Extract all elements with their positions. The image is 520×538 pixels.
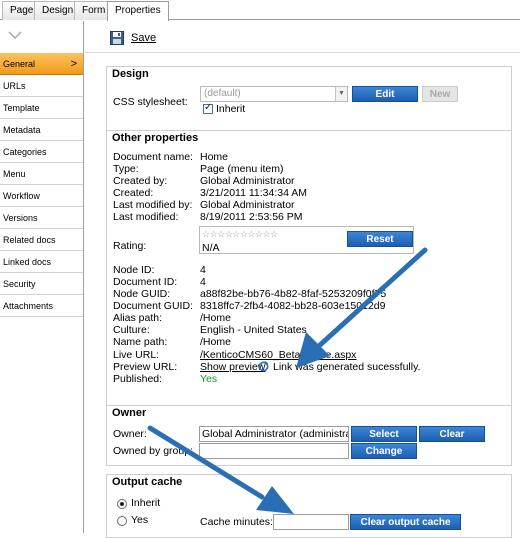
arrow-to-live-url-icon xyxy=(317,247,428,348)
arrow-head-cache-minutes-icon xyxy=(256,486,294,514)
arrow-to-cache-minutes-icon xyxy=(147,425,265,500)
annotation-arrows xyxy=(147,247,428,514)
